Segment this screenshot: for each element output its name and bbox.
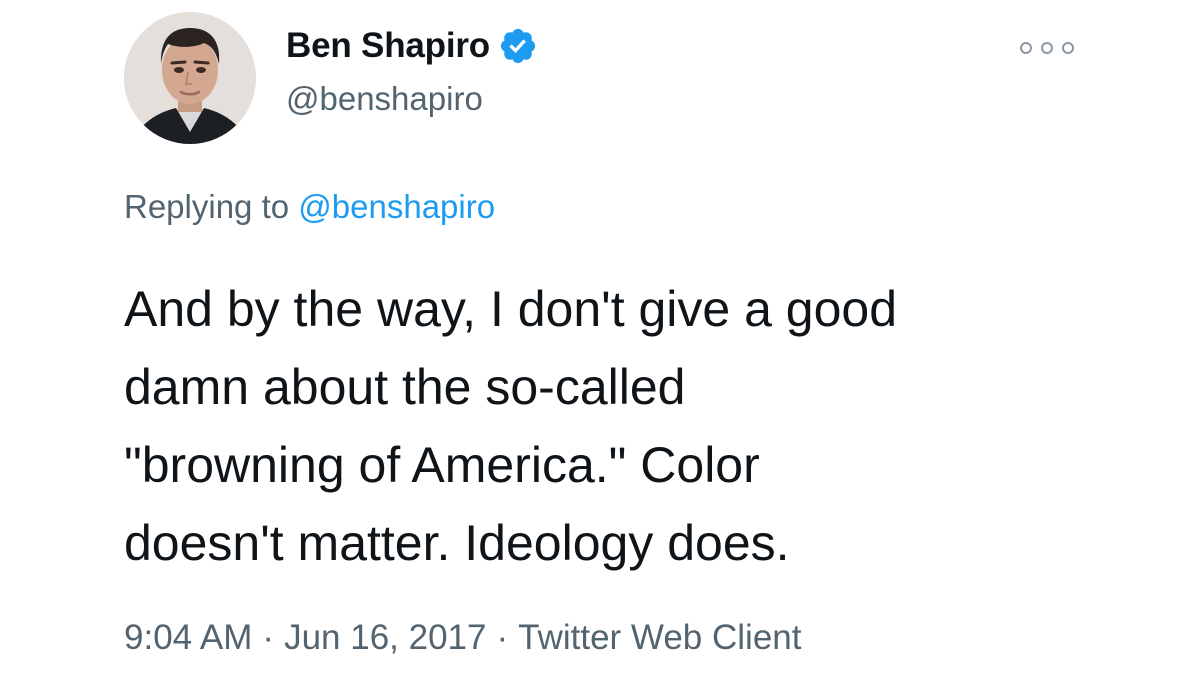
more-dot: [1062, 42, 1074, 54]
tweet-date[interactable]: Jun 16, 2017: [284, 618, 486, 657]
replying-to-label: Replying to: [124, 188, 290, 225]
replying-to: Replying to @benshapiro: [124, 188, 495, 226]
avatar[interactable]: [124, 12, 256, 144]
meta-separator: ·: [496, 618, 509, 657]
tweet-text-line: doesn't matter. Ideology does.: [124, 515, 790, 571]
more-dot: [1041, 42, 1053, 54]
tweet-text-line: damn about the so-called: [124, 359, 686, 415]
tweet-client[interactable]: Twitter Web Client: [518, 618, 801, 657]
replying-to-mention[interactable]: @benshapiro: [298, 188, 495, 225]
author-handle[interactable]: @benshapiro: [286, 80, 483, 118]
meta-separator: ·: [262, 618, 275, 657]
avatar-image: [124, 12, 256, 144]
verified-badge-icon: [498, 26, 538, 66]
tweet-text: And by the way, I don't give a good damn…: [124, 270, 1124, 582]
more-dot: [1020, 42, 1032, 54]
tweet-metadata: 9:04 AM · Jun 16, 2017 · Twitter Web Client: [124, 618, 801, 658]
author-display-name[interactable]: Ben Shapiro: [286, 26, 490, 66]
tweet-text-line: "browning of America." Color: [124, 437, 760, 493]
tweet-time[interactable]: 9:04 AM: [124, 618, 252, 657]
author-name-row: Ben Shapiro: [286, 22, 538, 70]
tweet-card: Ben Shapiro @benshapiro Replying to @ben…: [0, 0, 1200, 675]
more-options-icon[interactable]: [1020, 36, 1074, 60]
tweet-text-line: And by the way, I don't give a good: [124, 281, 898, 337]
